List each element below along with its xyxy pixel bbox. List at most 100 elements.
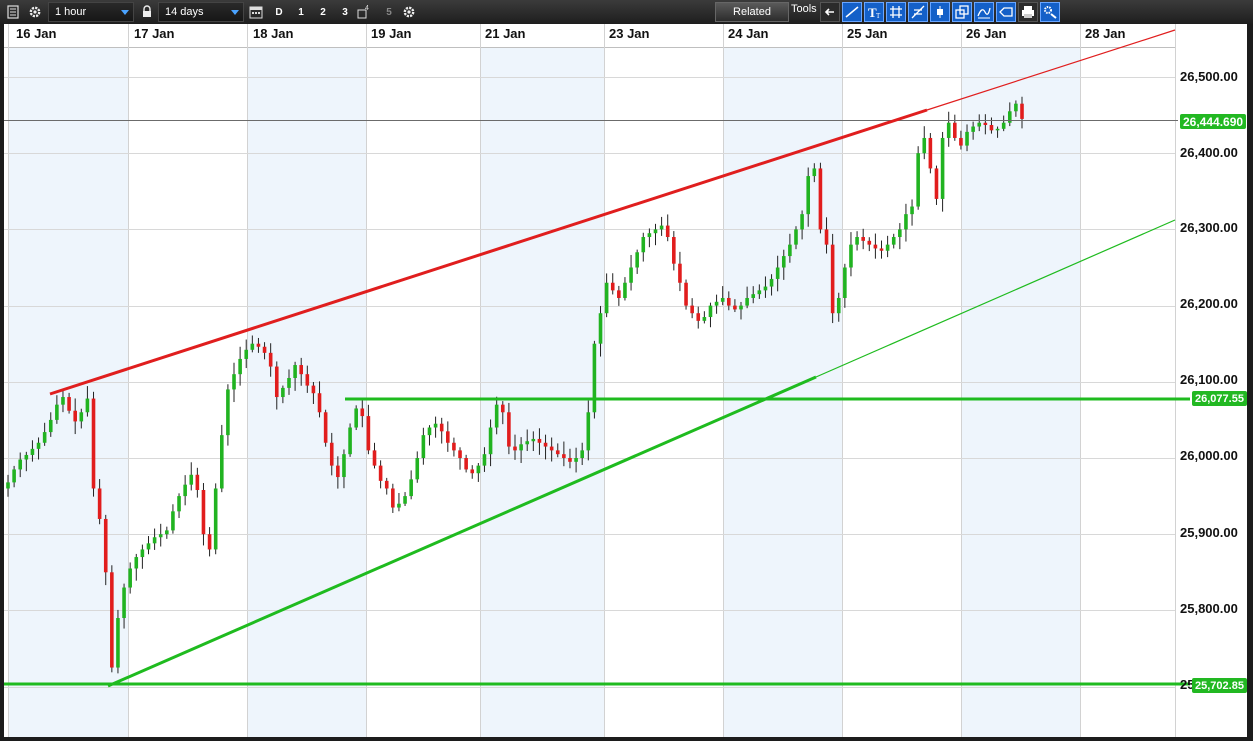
candle-up bbox=[714, 301, 719, 306]
candle-down bbox=[672, 237, 676, 264]
candle-down bbox=[73, 410, 77, 422]
candle-up bbox=[287, 377, 291, 388]
candle-down bbox=[684, 282, 688, 306]
candle-up bbox=[836, 297, 841, 314]
candle-up bbox=[574, 458, 578, 462]
candle-up bbox=[739, 305, 743, 310]
candle-up bbox=[891, 237, 896, 245]
candle-up bbox=[134, 557, 139, 569]
candle-down bbox=[1020, 103, 1024, 119]
candle-up bbox=[48, 419, 53, 433]
candle-up bbox=[476, 465, 481, 474]
candle-up bbox=[293, 365, 297, 378]
candle-up bbox=[85, 398, 90, 413]
candle-down bbox=[110, 572, 114, 668]
day-band bbox=[8, 24, 128, 737]
candle-up bbox=[653, 229, 658, 234]
candle-down bbox=[549, 446, 554, 451]
price-tick-label: 26,000.00 bbox=[1180, 448, 1238, 463]
chart-canvas[interactable] bbox=[0, 0, 1253, 741]
window-edge-left bbox=[0, 24, 4, 741]
candle-up bbox=[79, 412, 84, 422]
candle-down bbox=[507, 412, 511, 447]
candle-up bbox=[702, 317, 707, 321]
date-label: 28 Jan bbox=[1085, 26, 1126, 41]
candle-down bbox=[305, 374, 310, 386]
candle-up bbox=[128, 568, 132, 588]
candle-down bbox=[953, 122, 957, 138]
candle-up bbox=[763, 286, 768, 291]
candle-down bbox=[824, 229, 829, 245]
candle-up bbox=[800, 214, 804, 230]
candle-up bbox=[647, 233, 652, 238]
candle-down bbox=[195, 474, 200, 491]
candle-down bbox=[983, 122, 988, 126]
candle-down bbox=[67, 397, 71, 411]
candle-up bbox=[482, 454, 487, 466]
candle-up bbox=[965, 131, 969, 146]
candle-down bbox=[97, 488, 102, 519]
candle-up bbox=[354, 408, 358, 428]
candle-down bbox=[103, 518, 108, 573]
candle-down bbox=[446, 431, 450, 443]
candle-down bbox=[873, 244, 878, 249]
candle-up bbox=[494, 404, 499, 428]
candle-down bbox=[959, 137, 963, 146]
candle-down bbox=[262, 346, 267, 353]
candle-down bbox=[989, 125, 994, 131]
candle-down bbox=[360, 408, 365, 417]
candle-down bbox=[470, 469, 475, 474]
candle-up bbox=[580, 450, 584, 458]
candle-down bbox=[366, 416, 371, 451]
candle-up bbox=[158, 534, 163, 538]
candle-down bbox=[861, 237, 865, 241]
candle-down bbox=[256, 343, 261, 347]
candle-down bbox=[830, 244, 835, 314]
candle-down bbox=[384, 480, 389, 489]
candle-up bbox=[226, 389, 230, 436]
day-band bbox=[723, 24, 842, 737]
price-tick-label: 26,100.00 bbox=[1180, 372, 1238, 387]
candle-down bbox=[928, 137, 933, 169]
candle-up bbox=[623, 282, 627, 298]
date-label: 24 Jan bbox=[728, 26, 769, 41]
candle-up bbox=[146, 543, 151, 550]
candle-up bbox=[1007, 111, 1012, 123]
date-label: 26 Jan bbox=[966, 26, 1007, 41]
candle-up bbox=[757, 290, 762, 295]
candle-up bbox=[592, 343, 597, 413]
candle-up bbox=[12, 469, 16, 483]
candle-down bbox=[537, 438, 542, 443]
candle-down bbox=[336, 465, 340, 478]
candle-up bbox=[140, 549, 145, 558]
price-tick-label: 26,300.00 bbox=[1180, 220, 1238, 235]
candle-up bbox=[433, 423, 438, 428]
candle-up bbox=[916, 153, 920, 207]
candle-up bbox=[946, 122, 951, 138]
candle-up bbox=[751, 294, 756, 298]
candle-up bbox=[885, 244, 890, 251]
date-label: 18 Jan bbox=[253, 26, 294, 41]
candle-up bbox=[18, 459, 23, 470]
candle-down bbox=[562, 454, 566, 458]
candle-down bbox=[617, 290, 621, 298]
candle-down bbox=[458, 450, 462, 458]
candle-up bbox=[61, 397, 65, 405]
date-label: 19 Jan bbox=[371, 26, 412, 41]
candle-up bbox=[421, 435, 426, 458]
candle-up bbox=[855, 237, 859, 245]
candle-up bbox=[488, 427, 493, 455]
candle-down bbox=[268, 352, 273, 367]
candle-up bbox=[30, 448, 35, 455]
candle-up bbox=[995, 128, 1000, 131]
candle-down bbox=[378, 465, 383, 481]
candle-down bbox=[934, 168, 939, 199]
candle-down bbox=[323, 412, 328, 443]
candle-up bbox=[219, 435, 224, 489]
current-price-tag: 26,444.690 bbox=[1180, 114, 1247, 129]
candle-down bbox=[867, 240, 872, 245]
candle-up bbox=[427, 427, 432, 436]
candle-up bbox=[788, 244, 792, 257]
candle-up bbox=[177, 496, 181, 512]
candle-down bbox=[299, 365, 304, 375]
